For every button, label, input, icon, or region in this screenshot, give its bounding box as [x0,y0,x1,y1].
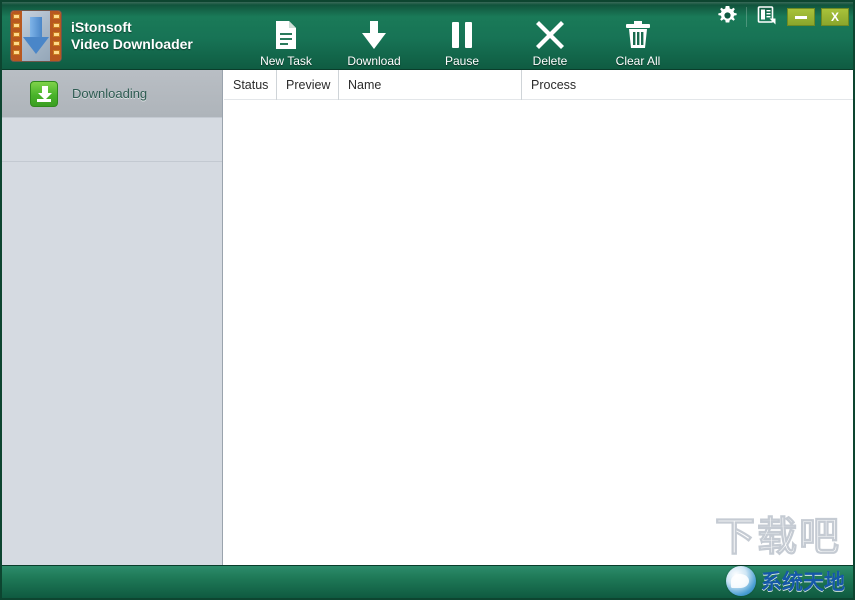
app-subtitle: Video Downloader [71,36,193,52]
sidebar: Downloading [2,70,223,565]
download-arrow-icon [330,20,418,50]
window-controls: X [712,6,849,28]
settings-button[interactable] [712,6,742,28]
minimize-button[interactable] [787,8,815,26]
gear-icon [717,6,737,28]
minimize-icon [795,15,807,19]
toolbar: New Task Download Pause Delete Clear All [242,20,682,68]
download-button[interactable]: Download [330,20,418,68]
clear-all-label: Clear All [615,54,661,68]
trash-icon [594,20,682,50]
column-header-process[interactable]: Process [522,70,853,100]
clear-all-button[interactable]: Clear All [594,20,682,68]
list-column-headers: Status Preview Name Process [224,70,853,100]
column-header-status[interactable]: Status [224,70,277,100]
new-task-button[interactable]: New Task [242,20,330,68]
download-list-panel: Status Preview Name Process [224,70,853,565]
pause-icon [418,20,506,50]
sidebar-empty-row [2,118,222,162]
brand: iStonsoft Video Downloader [10,10,193,62]
divider [746,7,747,27]
app-logo-filmstrip-download-icon [10,10,62,62]
pause-button[interactable]: Pause [418,20,506,68]
title-bar: iStonsoft Video Downloader New Task Down… [2,2,853,70]
column-header-name[interactable]: Name [339,70,522,100]
close-button[interactable]: X [821,8,849,26]
application-window: iStonsoft Video Downloader New Task Down… [0,0,855,600]
delete-label: Delete [532,54,568,68]
brand-text: iStonsoft Video Downloader [71,19,193,54]
cross-icon [506,20,594,50]
document-icon [242,20,330,50]
register-list-icon [757,6,776,28]
app-name: iStonsoft [71,18,132,35]
pause-label: Pause [444,54,480,68]
list-rows-empty [224,100,853,564]
column-header-preview[interactable]: Preview [277,70,339,100]
download-tray-icon [30,80,58,107]
status-bar [2,565,853,598]
download-label: Download [347,54,401,68]
new-task-label: New Task [260,54,312,68]
delete-button[interactable]: Delete [506,20,594,68]
sidebar-item-label: Downloading [72,86,148,101]
register-button[interactable] [751,6,781,28]
sidebar-item-downloading[interactable]: Downloading [2,70,222,118]
